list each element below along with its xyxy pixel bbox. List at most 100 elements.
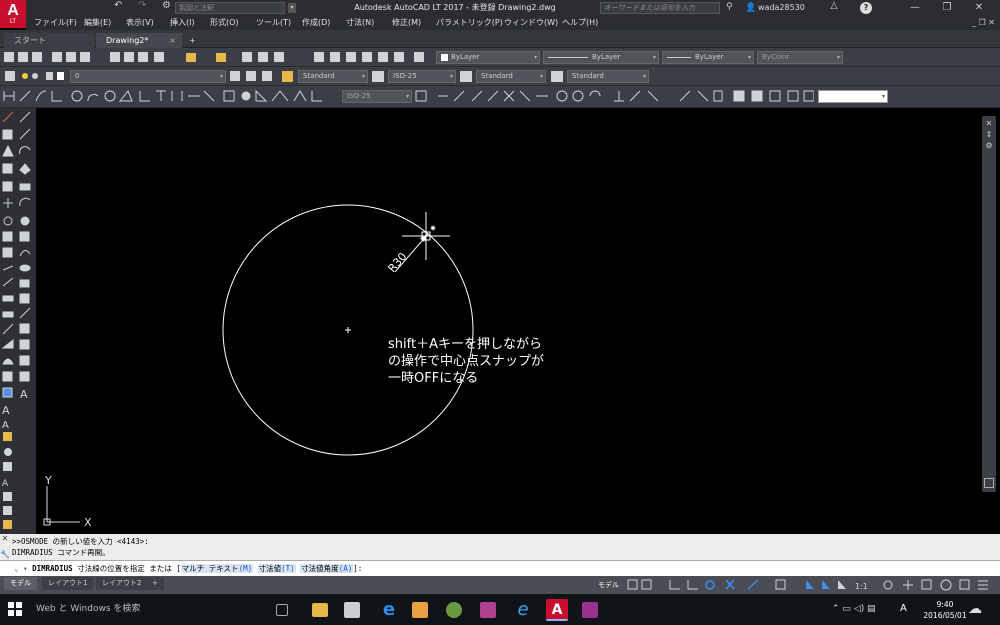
media-player-icon[interactable] (412, 602, 428, 618)
undo-icon[interactable]: ↶ (114, 0, 122, 11)
user-icon[interactable]: 👤 (745, 3, 756, 13)
layout-tab-new[interactable]: + (146, 577, 164, 590)
color-combo[interactable]: ByLayer ▾ (436, 51, 540, 64)
dimension-arrowhead (420, 234, 428, 242)
file-explorer-icon[interactable] (312, 603, 328, 617)
menu-modify[interactable]: 修正(M) (392, 17, 421, 29)
command-recent-icon[interactable]: ⌄ ▾ (14, 564, 32, 573)
windows-start-icon[interactable] (8, 602, 22, 616)
command-line[interactable]: ⌄ ▾ DIMRADIUS 寸法線の位置を指定 または [マルチ テキスト(M)… (0, 560, 1000, 576)
dimension-text[interactable]: R30 (385, 250, 409, 275)
help-search-input[interactable]: キーワードまたは語句を入力 (600, 2, 720, 14)
edge-icon[interactable]: e (378, 599, 400, 621)
chevron-down-icon: ▾ (881, 93, 885, 100)
text-style-combo[interactable]: Standard ▾ (298, 70, 368, 83)
exchange-icon[interactable]: ⧊ (830, 2, 844, 14)
minimize-button[interactable]: — (902, 1, 928, 15)
layer-tool-icons[interactable] (228, 67, 298, 86)
layout-tab-2[interactable]: レイアウト2 (96, 577, 148, 590)
binoculars-icon[interactable]: ⚲ (726, 2, 738, 14)
draw-modify-icons[interactable]: A A A A (0, 108, 36, 534)
crosshair-cursor (402, 212, 450, 260)
drawing-area[interactable]: R30 Y X (36, 108, 980, 534)
task-view-icon[interactable] (276, 604, 288, 616)
close-icon[interactable]: ✕ (0, 534, 10, 546)
option-mtext[interactable]: マルチ テキスト(M) (180, 564, 254, 573)
doc-minimize-button[interactable]: _ ❐ ✕ (972, 17, 995, 29)
linetype-combo[interactable]: ByLayer ▾ (543, 51, 659, 64)
svg-text:A: A (2, 404, 10, 417)
chevron-down-icon: ▾ (219, 73, 223, 80)
command-history-line-1: >>OSMODE の新しい値を入力 <4143>: (12, 537, 149, 546)
autocad-taskbar-icon[interactable]: A (546, 599, 568, 621)
layer-combo[interactable]: 0 ▾ (70, 70, 226, 83)
plotstyle-combo[interactable]: ByColor ▾ (757, 51, 843, 64)
windows-taskbar: Web と Windows を検索 e e A ⌃ ▭ ◁) ▤ A ☁ (0, 594, 1000, 625)
mleader-style-combo[interactable]: Standard ▾ (567, 70, 649, 83)
chevron-down-icon: ▾ (836, 54, 840, 61)
ime-indicator[interactable]: A (900, 603, 907, 614)
menu-draw[interactable]: 作成(D) (302, 17, 330, 29)
layout-tab-model[interactable]: モデル (4, 577, 37, 590)
store-icon[interactable] (344, 602, 360, 618)
menu-view[interactable]: 表示(V) (126, 17, 154, 29)
menu-tools[interactable]: ツール(T) (256, 17, 291, 29)
chevron-down-icon[interactable]: ▾ (288, 3, 296, 13)
menu-dimension[interactable]: 寸法(N) (346, 17, 374, 29)
command-name: DIMRADIUS (32, 564, 73, 573)
menu-insert[interactable]: 挿入(I) (170, 17, 195, 29)
table-style-icon[interactable] (460, 71, 472, 82)
status-toggle-icons[interactable]: 1:1 (626, 576, 1000, 594)
clock-date[interactable]: 2016/05/01 (918, 611, 972, 620)
redo-icon[interactable]: ↷ (138, 0, 146, 11)
dimstyle-icon[interactable] (372, 71, 384, 82)
palette-toggle-icon[interactable] (984, 478, 994, 488)
app-icon[interactable] (446, 602, 462, 618)
menu-edit[interactable]: 編集(E) (84, 17, 111, 29)
model-space-button[interactable]: モデル (598, 580, 619, 590)
blank-combo[interactable]: ▾ (818, 90, 888, 103)
app-icon[interactable] (582, 602, 598, 618)
dim-style-combo[interactable]: ISO-25 ▾ (388, 70, 456, 83)
restore-button[interactable]: ❐ (934, 1, 960, 15)
menu-window[interactable]: ウィンドウ(W) (504, 17, 558, 29)
dimension-tool-icons[interactable] (0, 86, 340, 108)
new-tab-button[interactable]: + (186, 33, 200, 48)
menu-help[interactable]: ヘルプ(H) (562, 17, 598, 29)
menu-format[interactable]: 形式(O) (210, 17, 239, 29)
close-icon[interactable]: × (169, 33, 176, 48)
close-button[interactable]: ✕ (966, 1, 992, 15)
properties-palette-strip[interactable]: ✕ ⇕ ⚙ (982, 116, 996, 492)
gear-icon[interactable]: ⚙ (162, 0, 171, 11)
tray-icons[interactable]: ⌃ ▭ ◁) ▤ (832, 604, 876, 614)
dim-style-combo-2[interactable]: ISO-25 ▾ (342, 90, 412, 103)
option-angle[interactable]: 寸法値角度(A) (300, 564, 354, 573)
tab-start[interactable]: スタート (4, 33, 94, 48)
clock-time[interactable]: 9:40 (930, 600, 960, 609)
layer-state-icons[interactable] (0, 67, 80, 86)
file-tab-bar: スタート Drawing2* × + (0, 30, 1000, 48)
user-name[interactable]: wada28530 (758, 3, 805, 12)
menu-parametric[interactable]: パラメトリック(P) (436, 17, 503, 29)
internet-explorer-icon[interactable]: e (512, 599, 534, 621)
tab-drawing2[interactable]: Drawing2* × (96, 33, 182, 48)
app-icon[interactable] (480, 602, 496, 618)
lineweight-combo[interactable]: ByLayer ▾ (662, 51, 754, 64)
osnap-tool-icons[interactable] (414, 86, 814, 108)
annotation-scale[interactable]: 1:1 (855, 582, 868, 591)
chevron-down-icon: ▾ (361, 73, 365, 80)
option-text[interactable]: 寸法値(T) (257, 564, 296, 573)
palette-controls-icon[interactable]: ✕ ⇕ ⚙ (982, 116, 996, 151)
annotation-note: shift＋Aキーを押しながら の操作で中心点スナップが 一時OFFになる (388, 336, 544, 387)
standard-toolbar-icons[interactable] (0, 48, 440, 67)
svg-text:A: A (2, 420, 9, 431)
table-style-combo[interactable]: Standard ▾ (476, 70, 546, 83)
drawing-canvas[interactable]: R30 Y X (36, 108, 980, 534)
app-edition-label: LT (9, 18, 17, 25)
workspace-select[interactable]: 製図と注釈 (175, 2, 285, 14)
layout-tab-1[interactable]: レイアウト1 (42, 577, 94, 590)
help-icon[interactable]: ? (860, 2, 872, 14)
menu-file[interactable]: ファイル(F) (34, 17, 77, 29)
taskbar-search-input[interactable]: Web と Windows を検索 (30, 598, 260, 621)
mleader-style-icon[interactable] (551, 71, 563, 82)
